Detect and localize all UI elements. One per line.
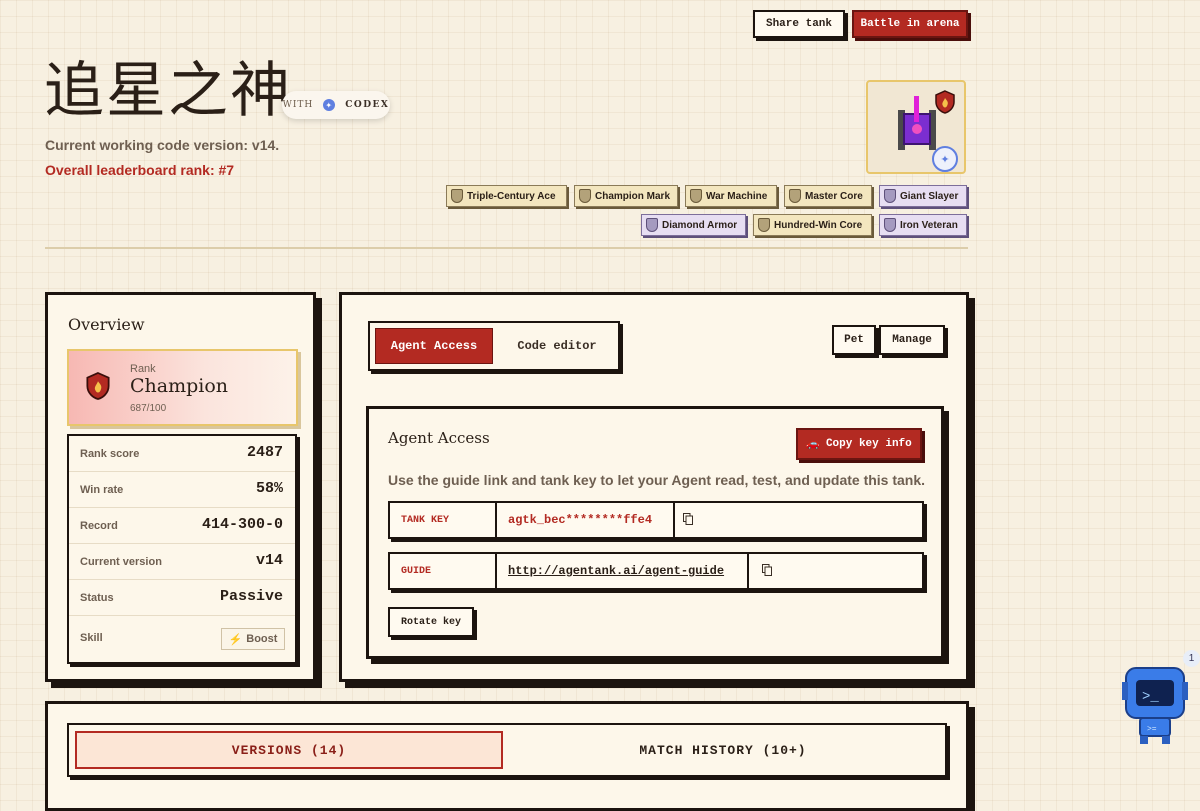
badge-icon <box>579 189 591 203</box>
boost-label: Boost <box>246 633 278 645</box>
badge-label: War Machine <box>706 190 768 202</box>
car-icon: 🚗 <box>806 439 820 451</box>
stat-value: v14 <box>255 552 283 569</box>
rank-box: Rank Champion 687/100 <box>67 349 298 426</box>
champion-shield-icon <box>935 90 955 114</box>
pet-button[interactable]: Pet <box>832 325 876 355</box>
badge-label: Giant Slayer <box>900 190 959 202</box>
access-description: Use the guide link and tank key to let y… <box>388 472 926 488</box>
agent-access-title: Agent Access <box>388 429 490 447</box>
assistant-bot-button[interactable]: >_ >= <box>1118 660 1192 751</box>
stat-row-status: Status Passive <box>69 580 295 616</box>
badge-icon <box>758 218 770 232</box>
badge-icon <box>451 189 463 203</box>
tab-versions[interactable]: VERSIONS (14) <box>75 731 503 769</box>
tank-avatar: ✦ <box>866 80 966 174</box>
badge-label: Triple-Century Ace <box>467 190 556 202</box>
stat-label: Current version <box>80 556 162 568</box>
badge-icon <box>884 189 896 203</box>
guide-link[interactable]: http://agentank.ai/agent-guide <box>497 554 749 588</box>
tank-key-label: TANK KEY <box>390 503 497 537</box>
overview-card: Overview Rank Champion 687/100 Rank scor… <box>45 292 316 682</box>
badge-icon <box>690 189 702 203</box>
badge-label: Hundred-Win Core <box>774 219 863 231</box>
history-tabs: VERSIONS (14) MATCH HISTORY (10+) <box>67 723 947 777</box>
overview-title: Overview <box>68 315 145 334</box>
stat-label: Rank score <box>80 448 140 460</box>
svg-text:>_: >_ <box>1142 689 1159 705</box>
stats-table: Rank score 2487 Win rate 58% Record 414-… <box>67 434 297 664</box>
with-label: WITH <box>282 100 314 110</box>
access-tabs: Agent Access Code editor <box>368 321 620 371</box>
access-card: Agent Access Code editor Pet Manage Agen… <box>339 292 969 682</box>
guide-row: GUIDE http://agentank.ai/agent-guide <box>388 552 924 590</box>
badge-icon <box>646 218 658 232</box>
tab-code-editor[interactable]: Code editor <box>498 328 616 364</box>
svg-text:>=: >= <box>1147 725 1157 734</box>
current-version-text: Current working code version: v14. <box>45 137 280 153</box>
badge-label: Champion Mark <box>595 190 671 202</box>
tank-key-value[interactable]: agtk_bec********ffe4 <box>497 503 675 537</box>
with-codex-pill: WITH ✦ CODEX <box>282 91 390 119</box>
robot-icon: >_ >= <box>1122 667 1188 744</box>
manage-button[interactable]: Manage <box>879 325 945 355</box>
stat-label: Win rate <box>80 484 124 496</box>
badge-label: Iron Veteran <box>900 219 958 231</box>
rotate-key-button[interactable]: Rotate key <box>388 607 474 637</box>
tab-agent-access[interactable]: Agent Access <box>375 328 493 364</box>
notification-badge: 1 <box>1183 650 1200 667</box>
rank-name: Champion <box>130 375 229 397</box>
agent-access-panel: Agent Access 🚗 Copy key info Use the gui… <box>366 406 944 659</box>
share-tank-button[interactable]: Share tank <box>753 10 845 38</box>
codex-icon: ✦ <box>323 99 336 111</box>
tank-title: 追星之神 <box>44 56 292 126</box>
tank-key-row: TANK KEY agtk_bec********ffe4 <box>388 501 924 539</box>
stat-value: Passive <box>219 588 283 605</box>
stat-row-skill: Skill ⚡ Boost <box>69 616 295 662</box>
leaderboard-rank-text: Overall leaderboard rank: #7 <box>45 162 235 178</box>
battle-in-arena-button[interactable]: Battle in arena <box>852 10 968 38</box>
badge-triple-century-ace: Triple-Century Ace <box>446 185 567 207</box>
stat-value: 2487 <box>246 444 283 461</box>
badge-diamond-armor: Diamond Armor <box>641 214 746 236</box>
badge-label: Master Core <box>805 190 863 202</box>
guide-label: GUIDE <box>390 554 497 588</box>
badge-label: Diamond Armor <box>662 219 738 231</box>
tab-match-history[interactable]: MATCH HISTORY (10+) <box>509 731 937 769</box>
copy-icon[interactable] <box>683 513 693 525</box>
boost-skill-button[interactable]: ⚡ Boost <box>221 628 285 650</box>
copy-key-info-button[interactable]: 🚗 Copy key info <box>796 428 922 460</box>
badge-hundred-win-core: Hundred-Win Core <box>753 214 872 236</box>
stat-row-record: Record 414-300-0 <box>69 508 295 544</box>
codex-avatar-icon: ✦ <box>932 146 958 172</box>
history-card: VERSIONS (14) MATCH HISTORY (10+) <box>45 701 969 811</box>
rank-label: Rank <box>130 363 156 375</box>
badge-master-core: Master Core <box>784 185 872 207</box>
stat-row-rank-score: Rank score 2487 <box>69 436 295 472</box>
copy-key-info-label: Copy key info <box>825 438 912 450</box>
lightning-icon: ⚡ <box>228 633 243 646</box>
rank-progress: 687/100 <box>130 403 167 414</box>
stat-label: Record <box>80 520 118 532</box>
codex-label: CODEX <box>345 100 390 110</box>
stat-row-win-rate: Win rate 58% <box>69 472 295 508</box>
badge-icon <box>789 189 801 203</box>
rank-shield-icon <box>86 372 110 400</box>
header-divider <box>45 247 968 249</box>
stat-row-current-version: Current version v14 <box>69 544 295 580</box>
stat-value: 414-300-0 <box>201 516 283 533</box>
badge-champion-mark: Champion Mark <box>574 185 678 207</box>
stat-value: 58% <box>255 480 283 497</box>
stat-label: Skill <box>80 632 103 644</box>
badge-war-machine: War Machine <box>685 185 777 207</box>
stat-label: Status <box>80 592 114 604</box>
copy-icon[interactable] <box>762 564 772 576</box>
badge-iron-veteran: Iron Veteran <box>879 214 967 236</box>
badge-icon <box>884 218 896 232</box>
badge-giant-slayer: Giant Slayer <box>879 185 967 207</box>
